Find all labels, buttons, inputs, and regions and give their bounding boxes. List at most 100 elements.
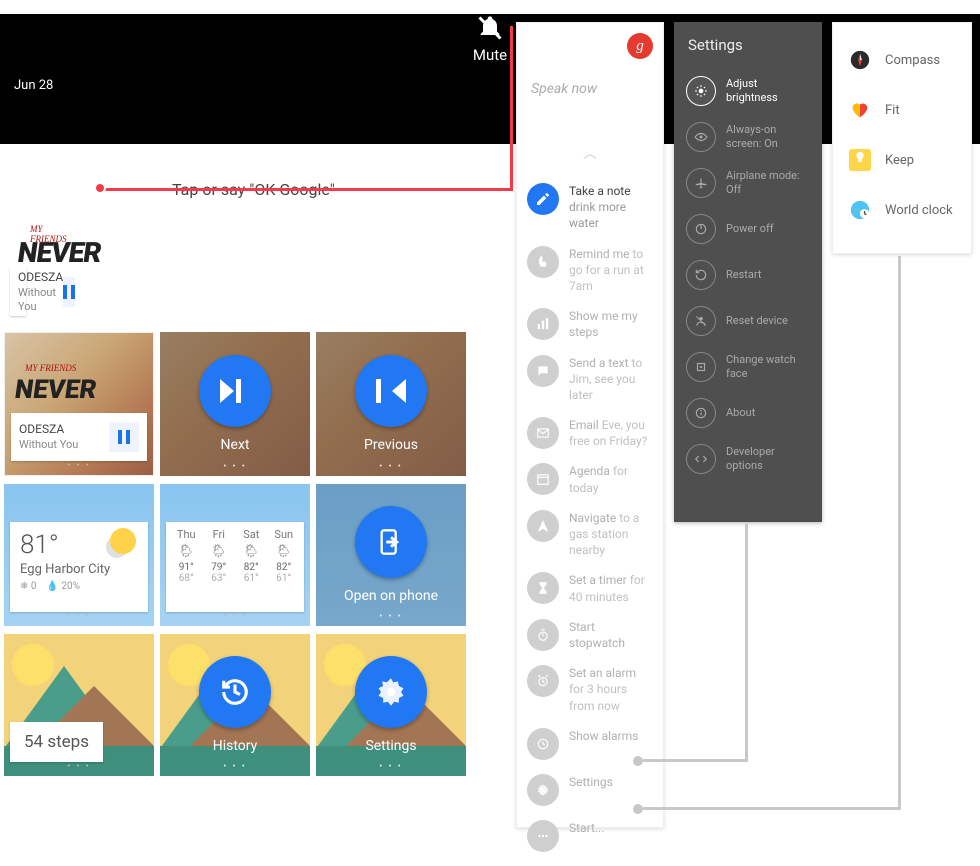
temperature: 81° (20, 530, 59, 560)
settings-item[interactable]: Restart (684, 252, 812, 298)
voice-item-text: Set a timer for 40 minutes (569, 572, 653, 604)
page-dots: • • • (67, 461, 91, 471)
sms-icon (527, 355, 559, 387)
voice-item-text: Email Eve, you free on Friday? (569, 417, 653, 449)
settings-item-label: Airplane mode: Off (726, 169, 810, 198)
voice-item[interactable]: Show alarms (527, 728, 653, 760)
settings-tile[interactable]: Settings • • • (316, 634, 466, 776)
alarm-icon (527, 665, 559, 697)
now-playing-tile[interactable]: MY FRIENDS NEVER ODESZA Without You • • … (4, 332, 154, 476)
location-label: Egg Harbor City (20, 562, 138, 577)
app-item[interactable]: Compass (845, 45, 959, 75)
app-item[interactable]: Fit (845, 95, 959, 125)
settings-item[interactable]: Adjust brightness (684, 68, 812, 114)
app-item[interactable]: Keep (845, 145, 959, 175)
settings-button[interactable] (355, 656, 427, 728)
settings-label: Settings (365, 738, 416, 754)
connector-line (643, 759, 748, 762)
media-next-tile[interactable]: Next • • • (160, 332, 310, 476)
forecast-card: Thu🌦91°68°Fri🌦79°63°Sat🌦82°61°Sun🌦82°61° (166, 522, 304, 612)
steps-card: 54 steps (10, 722, 103, 762)
skip-next-icon (220, 379, 250, 403)
worldclock-icon (845, 195, 875, 225)
voice-item-text: Show me my steps (569, 308, 653, 340)
chevron-up-icon[interactable]: ︿ (583, 143, 597, 163)
forecast-day: Thu🌦91°68° (170, 528, 203, 606)
prev-label: Previous (364, 437, 418, 453)
nav-icon (527, 510, 559, 542)
restart-icon (686, 260, 716, 290)
bars-icon (527, 308, 559, 340)
settings-item[interactable]: Airplane mode: Off (684, 160, 812, 206)
forecast-day: Sat🌦82°61° (235, 528, 268, 606)
voice-item[interactable]: Start stopwatch (527, 619, 653, 651)
pencil-icon (527, 183, 559, 215)
history-button[interactable] (199, 656, 271, 728)
reset-icon (686, 306, 716, 336)
date-label: Jun 28 (14, 78, 53, 94)
humidity-value: 20% (61, 581, 80, 592)
settings-item[interactable]: Change watch face (684, 344, 812, 390)
settings-item[interactable]: Power off (684, 206, 812, 252)
voice-item[interactable]: Show me my steps (527, 308, 653, 340)
open-on-phone-tile[interactable]: Open on phone • • • (316, 484, 466, 626)
voice-item-text: Settings (569, 774, 613, 790)
steps-tile[interactable]: 54 steps • • • (4, 634, 154, 776)
connector-line (745, 524, 748, 762)
media-prev-tile[interactable]: Previous • • • (316, 332, 466, 476)
open-on-phone-button[interactable] (355, 506, 427, 578)
bell-off-icon (476, 14, 504, 42)
finger-icon (527, 246, 559, 278)
settings-item[interactable]: Always-on screen: On (684, 114, 812, 160)
pause-icon (63, 285, 75, 299)
settings-item-label: Reset device (726, 314, 788, 328)
google-badge[interactable]: g (627, 33, 653, 59)
settings-item[interactable]: Developer options (684, 436, 812, 482)
voice-item[interactable]: Agenda for today (527, 463, 653, 495)
precip-value: 0 (31, 581, 37, 592)
exit-icon (377, 528, 405, 556)
pause-button[interactable] (109, 422, 139, 452)
fit-icon (845, 95, 875, 125)
page-dots: • • • (379, 462, 403, 472)
voice-item[interactable]: Start... (527, 820, 653, 852)
app-item[interactable]: World clock (845, 195, 959, 225)
page-dots: • • • (67, 612, 91, 622)
connector-dot (94, 182, 106, 194)
history-tile[interactable]: History • • • (160, 634, 310, 776)
voice-item[interactable]: Settings (527, 774, 653, 806)
app-label: Keep (885, 153, 914, 168)
weather-tile[interactable]: 81° Egg Harbor City ❄ 0 💧 20% • • • (4, 484, 154, 626)
voice-item[interactable]: Set an alarm for 3 hours from now (527, 665, 653, 714)
app-label: Fit (885, 103, 900, 118)
settings-item[interactable]: Reset device (684, 298, 812, 344)
voice-item[interactable]: Email Eve, you free on Friday? (527, 417, 653, 449)
page-dots: • • • (67, 762, 91, 772)
airplane-icon (686, 168, 716, 198)
forecast-tile[interactable]: Thu🌦91°68°Fri🌦79°63°Sat🌦82°61°Sun🌦82°61°… (160, 484, 310, 626)
voice-item[interactable]: Send a text to Jim, see you later (527, 355, 653, 404)
prev-button[interactable] (355, 355, 427, 427)
now-playing-card[interactable]: ODESZA Without You (10, 268, 26, 316)
info-icon (686, 398, 716, 428)
dev-icon (686, 444, 716, 474)
voice-item[interactable]: Remind me to go for a run at 7am (527, 246, 653, 295)
settings-item[interactable]: About (684, 390, 812, 436)
weather-details: ❄ 0 💧 20% (20, 581, 138, 592)
connector-dot (633, 804, 643, 814)
voice-item-text: Navigate to a gas station nearby (569, 510, 653, 559)
page-dots: • • • (379, 612, 403, 622)
page-dots: • • • (379, 762, 403, 772)
voice-item-text: Agenda for today (569, 463, 653, 495)
watchface-icon (686, 352, 716, 382)
gear-icon (527, 774, 559, 806)
voice-item[interactable]: Set a timer for 40 minutes (527, 572, 653, 604)
next-button[interactable] (199, 355, 271, 427)
connector-line (898, 256, 901, 810)
calendar-icon (527, 463, 559, 495)
now-playing-card[interactable]: ODESZA Without You (11, 413, 147, 461)
pause-button[interactable] (63, 277, 75, 307)
voice-item[interactable]: Take a note drink more water (527, 183, 653, 232)
page-dots: • • • (223, 612, 247, 622)
voice-item[interactable]: Navigate to a gas station nearby (527, 510, 653, 559)
